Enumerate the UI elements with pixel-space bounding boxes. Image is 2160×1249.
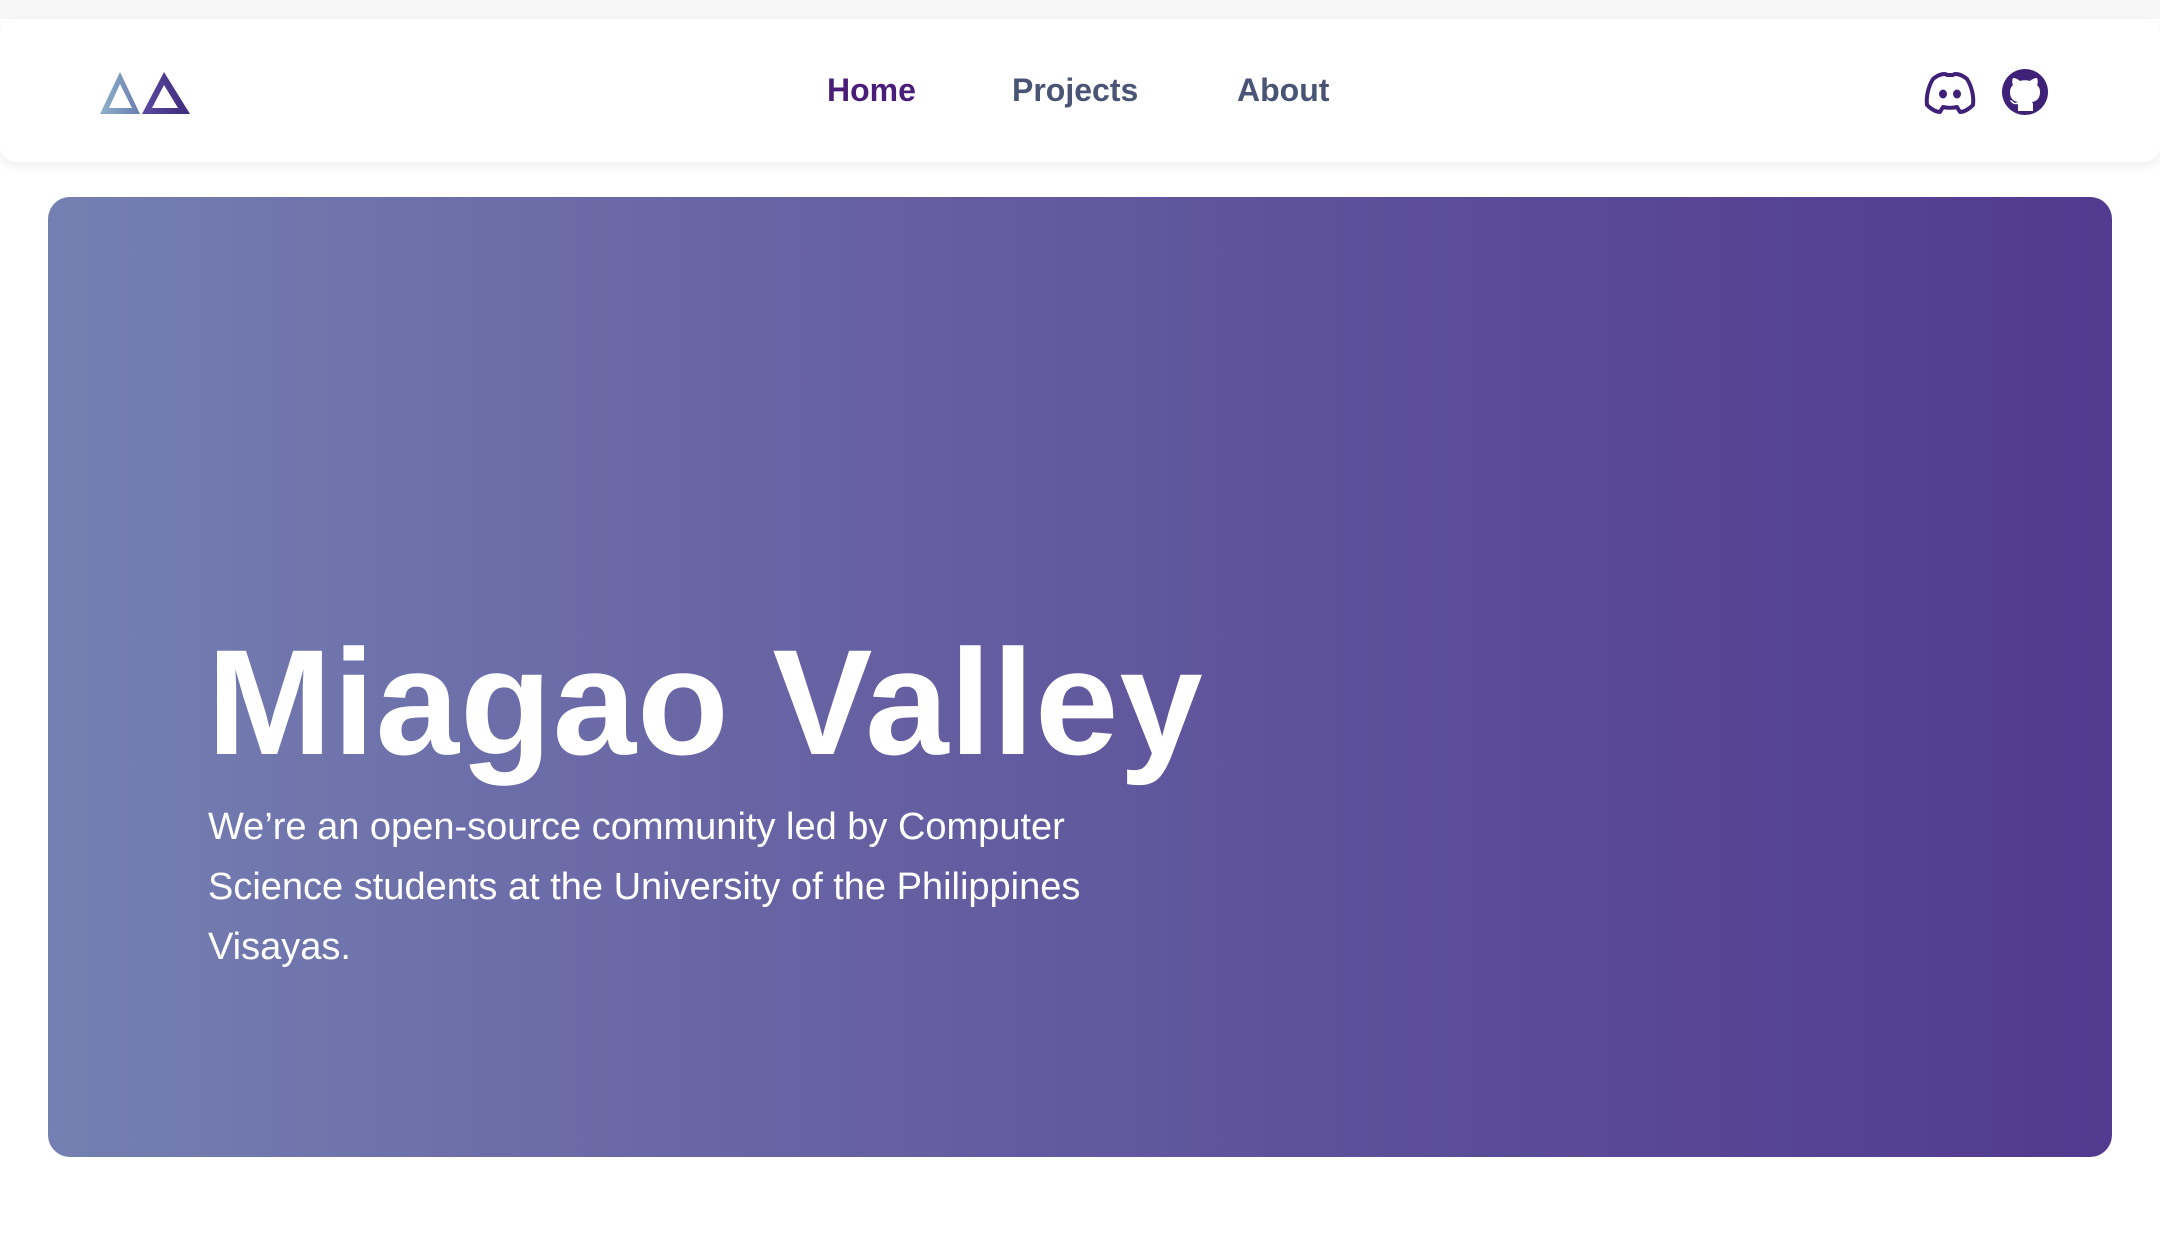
- mountain-logo-icon: [100, 72, 190, 114]
- nav-link-about[interactable]: About: [1237, 70, 1329, 110]
- discord-icon[interactable]: [1923, 67, 1977, 117]
- github-icon[interactable]: [2000, 67, 2050, 117]
- hero-title: Miagao Valley: [207, 618, 1204, 786]
- top-strip: [0, 0, 2160, 19]
- site-logo[interactable]: [96, 68, 196, 118]
- nav-link-projects[interactable]: Projects: [1012, 70, 1138, 110]
- hero-description: We’re an open-source community led by Co…: [208, 806, 1081, 968]
- main-nav: Home Projects About: [800, 19, 1360, 162]
- nav-link-home[interactable]: Home: [827, 70, 916, 110]
- hero-banner: Miagao Valley We’re an open-source commu…: [48, 197, 2112, 1157]
- navbar: Home Projects About: [0, 19, 2160, 162]
